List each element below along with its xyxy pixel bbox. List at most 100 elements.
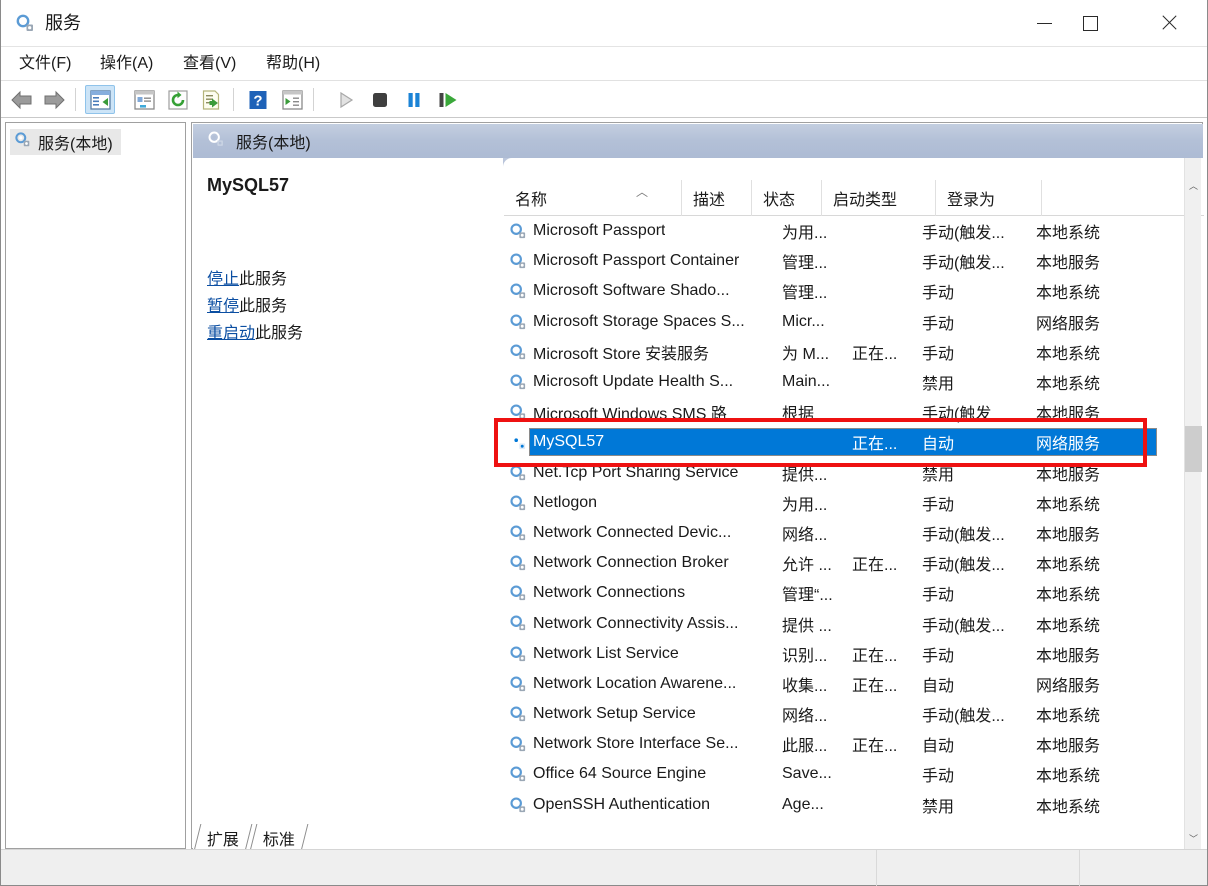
cell-startup-type: 手动(触发... [922, 708, 1005, 726]
table-row[interactable]: Microsoft Passport 为用... 手动(触发... 本地系统 [504, 216, 1187, 246]
table-row[interactable]: Microsoft Update Health S... Main... 禁用 本地系… [504, 367, 1187, 397]
scrollbar-thumb[interactable] [1185, 426, 1202, 472]
forward-button[interactable] [39, 85, 69, 114]
cell-name: Network Setup Service [533, 705, 696, 723]
service-gear-icon [509, 645, 527, 668]
column-startup-type[interactable]: 启动类型 [822, 180, 936, 216]
cell-startup-type: 禁用 [922, 466, 955, 484]
minimize-icon [1036, 22, 1052, 24]
help-button[interactable]: ? [243, 85, 273, 114]
table-row[interactable]: Network Connection Broker 允许 ... 正在... 手动(触… [504, 548, 1187, 578]
menu-file[interactable]: 文件(F) [13, 52, 77, 76]
table-row[interactable]: Office 64 Source Engine Save... 手动 本地系统 [504, 759, 1187, 789]
cell-description: Main... [782, 373, 831, 391]
column-filler [1042, 180, 1187, 216]
table-row[interactable]: Network Setup Service 网络... 手动(触发... 本地系统 [504, 699, 1187, 729]
column-name[interactable]: ︿ 名称 [504, 180, 682, 216]
cell-log-on-as: 本地服务 [1036, 255, 1101, 273]
cell-description: 为用... [782, 225, 828, 243]
cell-log-on-as: 本地系统 [1036, 496, 1101, 514]
services-window: 服务 文件(F) 操作(A) 查看(V) 帮助(H) ? 服务(本地) 服务(本… [0, 0, 1208, 886]
cell-description: 网络... [782, 708, 828, 726]
table-row[interactable]: Microsoft Windows SMS 路 根据 手动(触发 本地服务 [504, 397, 1187, 427]
properties-button[interactable] [129, 85, 159, 114]
cell-name: Microsoft Passport Container [533, 252, 740, 270]
services-row-list[interactable]: Microsoft Passport 为用... 手动(触发... 本地系统 Micr… [504, 216, 1187, 849]
table-row[interactable]: OpenSSH Authentication Age... 禁用 本地系统 [504, 790, 1187, 820]
sort-ascending-icon: ︿ [636, 185, 649, 199]
minimize-button[interactable] [1021, 0, 1067, 46]
tab-standard[interactable]: 标准 [249, 824, 309, 851]
show-action-pane-button[interactable] [277, 85, 307, 114]
cell-log-on-as: 本地系统 [1036, 798, 1101, 816]
refresh-button[interactable] [163, 85, 193, 114]
menu-help[interactable]: 帮助(H) [260, 52, 326, 76]
column-status-label: 状态 [763, 192, 796, 209]
table-row[interactable]: Microsoft Software Shado... 管理... 手动 本地系统 [504, 276, 1187, 306]
table-row[interactable]: Network Connectivity Assis... 提供 ... 手动(触发… [504, 608, 1187, 638]
service-gear-icon [509, 343, 527, 366]
cell-startup-type: 禁用 [922, 798, 955, 816]
table-row[interactable]: Microsoft Store 安装服务 为 M... 正在... 手动 本地系统 [504, 337, 1187, 367]
table-row[interactable]: Microsoft Passport Container 管理... 手动(触发..… [504, 246, 1187, 276]
table-row[interactable]: Network List Service 识别... 正在... 手动 本地服务 [504, 639, 1187, 669]
cell-startup-type: 手动(触发... [922, 557, 1005, 575]
cell-name: Netlogon [533, 493, 598, 511]
close-button[interactable] [1141, 0, 1197, 46]
scroll-up-button[interactable]: ︿ [1185, 177, 1202, 194]
service-gear-icon [509, 252, 527, 275]
cell-description: 提供... [782, 466, 828, 484]
services-gear-icon [14, 131, 31, 153]
table-row[interactable]: Network Connections 管理“... 手动 本地系统 [504, 578, 1187, 608]
service-detail-pane: MySQL57 停止此服务 暂停此服务 重启动此服务 [193, 158, 503, 849]
pause-service-button[interactable] [399, 85, 429, 114]
cell-status: 正在... [852, 557, 898, 575]
export-list-button[interactable] [197, 85, 227, 114]
show-hide-console-tree-button[interactable] [85, 85, 115, 114]
cell-startup-type: 手动 [922, 345, 955, 363]
cell-log-on-as: 本地系统 [1036, 708, 1101, 726]
service-gear-icon [509, 313, 527, 336]
cell-log-on-as: 本地系统 [1036, 225, 1101, 243]
maximize-icon [1082, 15, 1098, 31]
tree-node-services-local[interactable]: 服务(本地) [10, 129, 121, 155]
stop-service-link-row: 停止此服务 [207, 266, 303, 293]
cell-startup-type: 自动 [922, 677, 955, 695]
cell-name: MySQL57 [533, 433, 605, 451]
service-gear-icon [509, 705, 527, 728]
stop-service-button[interactable] [365, 85, 395, 114]
tab-extended[interactable]: 扩展 [193, 824, 253, 851]
table-row[interactable]: Network Connected Devic... 网络... 手动(触发... 本… [504, 518, 1187, 548]
cell-description: 为 M... [782, 345, 830, 363]
service-gear-icon [509, 796, 527, 819]
table-row[interactable]: Network Location Awarene... 收集... 正在... 自动 网… [504, 669, 1187, 699]
cell-log-on-as: 网络服务 [1036, 436, 1101, 454]
pane-header: 服务(本地) [193, 124, 503, 158]
column-log-on-as[interactable]: 登录为 [936, 180, 1042, 216]
maximize-button[interactable] [1067, 0, 1113, 46]
table-row[interactable]: Net.Tcp Port Sharing Service 提供... 禁用 本地服务 [504, 458, 1187, 488]
column-status[interactable]: 状态 [752, 180, 822, 216]
pause-service-link[interactable]: 暂停 [207, 298, 239, 315]
vertical-scrollbar[interactable]: ︿ ﹀ [1184, 158, 1202, 849]
table-row[interactable]: Microsoft Storage Spaces S... Micr... 手动 网络… [504, 307, 1187, 337]
cell-description: 管理“... [782, 587, 833, 605]
pause-service-link-row: 暂停此服务 [207, 293, 303, 320]
restart-service-button[interactable] [433, 85, 463, 114]
menu-view[interactable]: 查看(V) [177, 52, 242, 76]
table-row[interactable]: Network Store Interface Se... 此服... 正在... 自… [504, 729, 1187, 759]
stop-service-link[interactable]: 停止 [207, 271, 239, 288]
cell-description: 允许 ... [782, 557, 832, 575]
cell-description: Save... [782, 765, 832, 783]
toolbar-separator-2 [233, 88, 234, 111]
menu-action[interactable]: 操作(A) [94, 52, 159, 76]
column-description[interactable]: 描述 [682, 180, 752, 216]
show-action-pane-icon [281, 89, 303, 110]
table-row[interactable]: Netlogon 为用... 手动 本地系统 [504, 488, 1187, 518]
back-icon [11, 90, 32, 109]
cell-startup-type: 自动 [922, 436, 955, 454]
start-service-button[interactable] [331, 85, 361, 114]
table-row[interactable]: MySQL57 正在... 自动 网络服务 [504, 427, 1187, 457]
restart-service-link[interactable]: 重启动 [207, 325, 255, 342]
back-button[interactable] [7, 85, 37, 114]
